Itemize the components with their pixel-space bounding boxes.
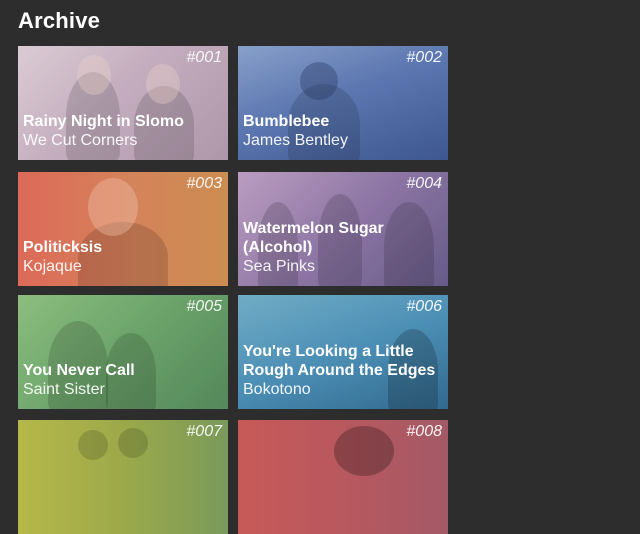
page-title: Archive <box>18 8 101 33</box>
person-head <box>78 430 108 460</box>
card-number: #006 <box>406 298 442 315</box>
card-number: #002 <box>406 49 442 66</box>
archive-card-008[interactable]: #008 <box>238 420 448 534</box>
song-title: Politicksis <box>23 239 103 256</box>
archive-card-006[interactable]: #006 You're Looking a Little Rough Aroun… <box>238 295 448 409</box>
card-meta: You're Looking a Little Rough Around the… <box>243 342 442 400</box>
artist-name: Saint Sister <box>23 381 105 398</box>
archive-card-003[interactable]: #003 Politicksis Kojaque <box>18 172 228 286</box>
song-title: Bumblebee <box>243 113 330 130</box>
card-number: #001 <box>186 49 222 66</box>
card-meta: Watermelon Sugar (Alcohol) Sea Pinks <box>243 219 442 277</box>
card-meta: You Never Call Saint Sister <box>23 361 222 400</box>
artist-name: Kojaque <box>23 258 82 275</box>
archive-card-005[interactable]: #005 You Never Call Saint Sister <box>18 295 228 409</box>
card-meta: Politicksis Kojaque <box>23 238 222 277</box>
artist-name: We Cut Corners <box>23 132 138 149</box>
archive-card-007[interactable]: #007 <box>18 420 228 534</box>
card-meta: Rainy Night in Slomo We Cut Corners <box>23 112 222 151</box>
card-number: #007 <box>186 423 222 440</box>
artist-name: James Bentley <box>243 132 348 149</box>
person-head <box>334 426 394 476</box>
card-number: #004 <box>406 175 442 192</box>
card-meta: Bumblebee James Bentley <box>243 112 442 151</box>
archive-card-001[interactable]: #001 Rainy Night in Slomo We Cut Corners <box>18 46 228 160</box>
card-number: #008 <box>406 423 442 440</box>
card-number: #003 <box>186 175 222 192</box>
artist-name: Sea Pinks <box>243 258 316 275</box>
song-title: Watermelon Sugar (Alcohol) <box>243 220 384 256</box>
archive-card-002[interactable]: #002 Bumblebee James Bentley <box>238 46 448 160</box>
song-title: You Never Call <box>23 362 135 379</box>
archive-card-004[interactable]: #004 Watermelon Sugar (Alcohol) Sea Pink… <box>238 172 448 286</box>
song-title: You're Looking a Little Rough Around the… <box>243 343 436 379</box>
person-head <box>118 428 148 458</box>
artist-name: Bokotono <box>243 381 311 398</box>
song-title: Rainy Night in Slomo <box>23 113 184 130</box>
card-number: #005 <box>186 298 222 315</box>
